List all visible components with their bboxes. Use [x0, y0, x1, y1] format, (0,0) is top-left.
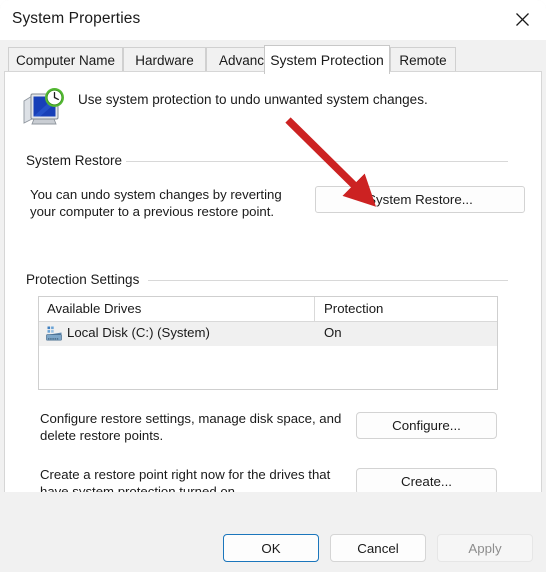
group-label-system-restore: System Restore — [26, 153, 130, 168]
button-label: OK — [261, 540, 281, 556]
button-label: Configure... — [392, 418, 461, 433]
cancel-button[interactable]: Cancel — [330, 534, 426, 562]
column-divider — [314, 297, 315, 322]
tab-label: Hardware — [135, 52, 194, 68]
column-header-available-drives: Available Drives — [47, 301, 142, 316]
tab-hardware[interactable]: Hardware — [123, 47, 206, 72]
ok-button[interactable]: OK — [223, 534, 319, 562]
apply-button: Apply — [437, 534, 533, 562]
cell-protection-status: On — [324, 325, 342, 340]
panel-description: Use system protection to undo unwanted s… — [78, 92, 428, 107]
tab-remote[interactable]: Remote — [390, 47, 456, 72]
tab-label: Remote — [399, 52, 447, 68]
column-header-protection: Protection — [324, 301, 384, 316]
button-label: Cancel — [357, 540, 399, 556]
cell-drive-name: Local Disk (C:) (System) — [67, 325, 210, 340]
button-label: System Restore... — [367, 192, 473, 207]
configure-description: Configure restore settings, manage disk … — [40, 411, 342, 443]
tab-computer-name[interactable]: Computer Name — [8, 47, 123, 72]
table-row[interactable]: Local Disk (C:) (System) On — [39, 322, 497, 346]
tab-system-protection[interactable]: System Protection — [264, 45, 390, 74]
tab-label: System Protection — [270, 52, 384, 68]
system-properties-window: System Properties Computer Name Hardware… — [0, 0, 546, 572]
button-label: Create... — [401, 474, 452, 489]
tab-label: Computer Name — [15, 52, 116, 68]
create-button[interactable]: Create... — [356, 468, 497, 495]
available-drives-table[interactable]: Available Drives Protection Local Disk (… — [38, 296, 498, 390]
dialog-footer: OK Cancel Apply — [0, 492, 546, 572]
window-title: System Properties — [12, 10, 141, 27]
tab-strip: Computer Name Hardware Advanced System P… — [0, 45, 546, 74]
hard-drive-icon — [45, 325, 63, 343]
group-divider-system-restore — [126, 161, 508, 162]
group-divider-protection-settings — [148, 280, 508, 281]
button-label: Apply — [468, 540, 502, 556]
group-label-protection-settings: Protection Settings — [26, 272, 147, 287]
system-protection-icon — [20, 85, 68, 129]
title-bar: System Properties — [0, 0, 546, 40]
system-restore-button[interactable]: System Restore... — [315, 186, 525, 213]
configure-button[interactable]: Configure... — [356, 412, 497, 439]
close-icon[interactable] — [498, 0, 546, 38]
table-header-row: Available Drives Protection — [39, 297, 497, 322]
system-restore-description: You can undo system changes by reverting… — [30, 187, 282, 219]
